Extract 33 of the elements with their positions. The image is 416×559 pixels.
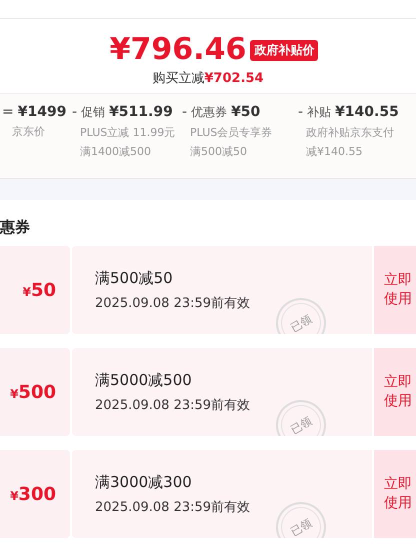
coupon-validity: 2025.09.08 23:59前有效 bbox=[95, 294, 252, 312]
breakdown-note: 减¥140.55 bbox=[305, 144, 364, 159]
breakdown-note: 满1400减500 bbox=[79, 144, 152, 159]
operator-sign: - bbox=[181, 104, 188, 120]
breakdown-note: PLUS立减 11.99元 bbox=[79, 125, 176, 140]
breakdown-note: 满500减50 bbox=[189, 144, 248, 159]
breakdown-amount: ¥1499 bbox=[18, 104, 66, 120]
coupon-validity: 2025.09.08 23:59前有效 bbox=[95, 498, 252, 516]
subsidy-badge: 政府补贴价 bbox=[250, 40, 318, 60]
breakdown-note: 京东价 bbox=[11, 124, 46, 139]
use-now-button[interactable]: 立即使用 bbox=[374, 348, 416, 436]
breakdown-label: 促销 bbox=[81, 104, 106, 121]
operator-sign: - bbox=[71, 104, 78, 120]
saving-text: 购买立减¥702.54 bbox=[152, 70, 264, 87]
breakdown-amount: ¥140.55 bbox=[335, 104, 399, 120]
coupon-value: ¥300 bbox=[10, 484, 56, 504]
coupon-rule: 满500减50 bbox=[95, 268, 174, 288]
breakdown-note: 政府补贴京东支付 bbox=[305, 125, 395, 140]
coupon-rule: 满5000减500 bbox=[95, 370, 193, 390]
coupon-validity: 2025.09.08 23:59前有效 bbox=[95, 396, 252, 414]
breakdown-amount: ¥511.99 bbox=[109, 104, 173, 120]
coupon-value: ¥500 bbox=[10, 382, 56, 402]
coupon-value: ¥50 bbox=[22, 280, 56, 300]
operator-sign: = bbox=[1, 104, 14, 120]
breakdown-amount: ¥50 bbox=[231, 104, 260, 120]
breakdown-label: 补贴 bbox=[307, 104, 332, 121]
use-now-button[interactable]: 立即使用 bbox=[374, 450, 416, 538]
breakdown-label: 优惠券 bbox=[191, 104, 228, 121]
use-now-button[interactable]: 立即使用 bbox=[374, 246, 416, 334]
breakdown-note: PLUS会员专享券 bbox=[189, 125, 274, 140]
operator-sign: - bbox=[297, 104, 304, 120]
final-price: ¥796.46 bbox=[110, 33, 246, 67]
coupon-rule: 满3000减300 bbox=[95, 472, 193, 492]
